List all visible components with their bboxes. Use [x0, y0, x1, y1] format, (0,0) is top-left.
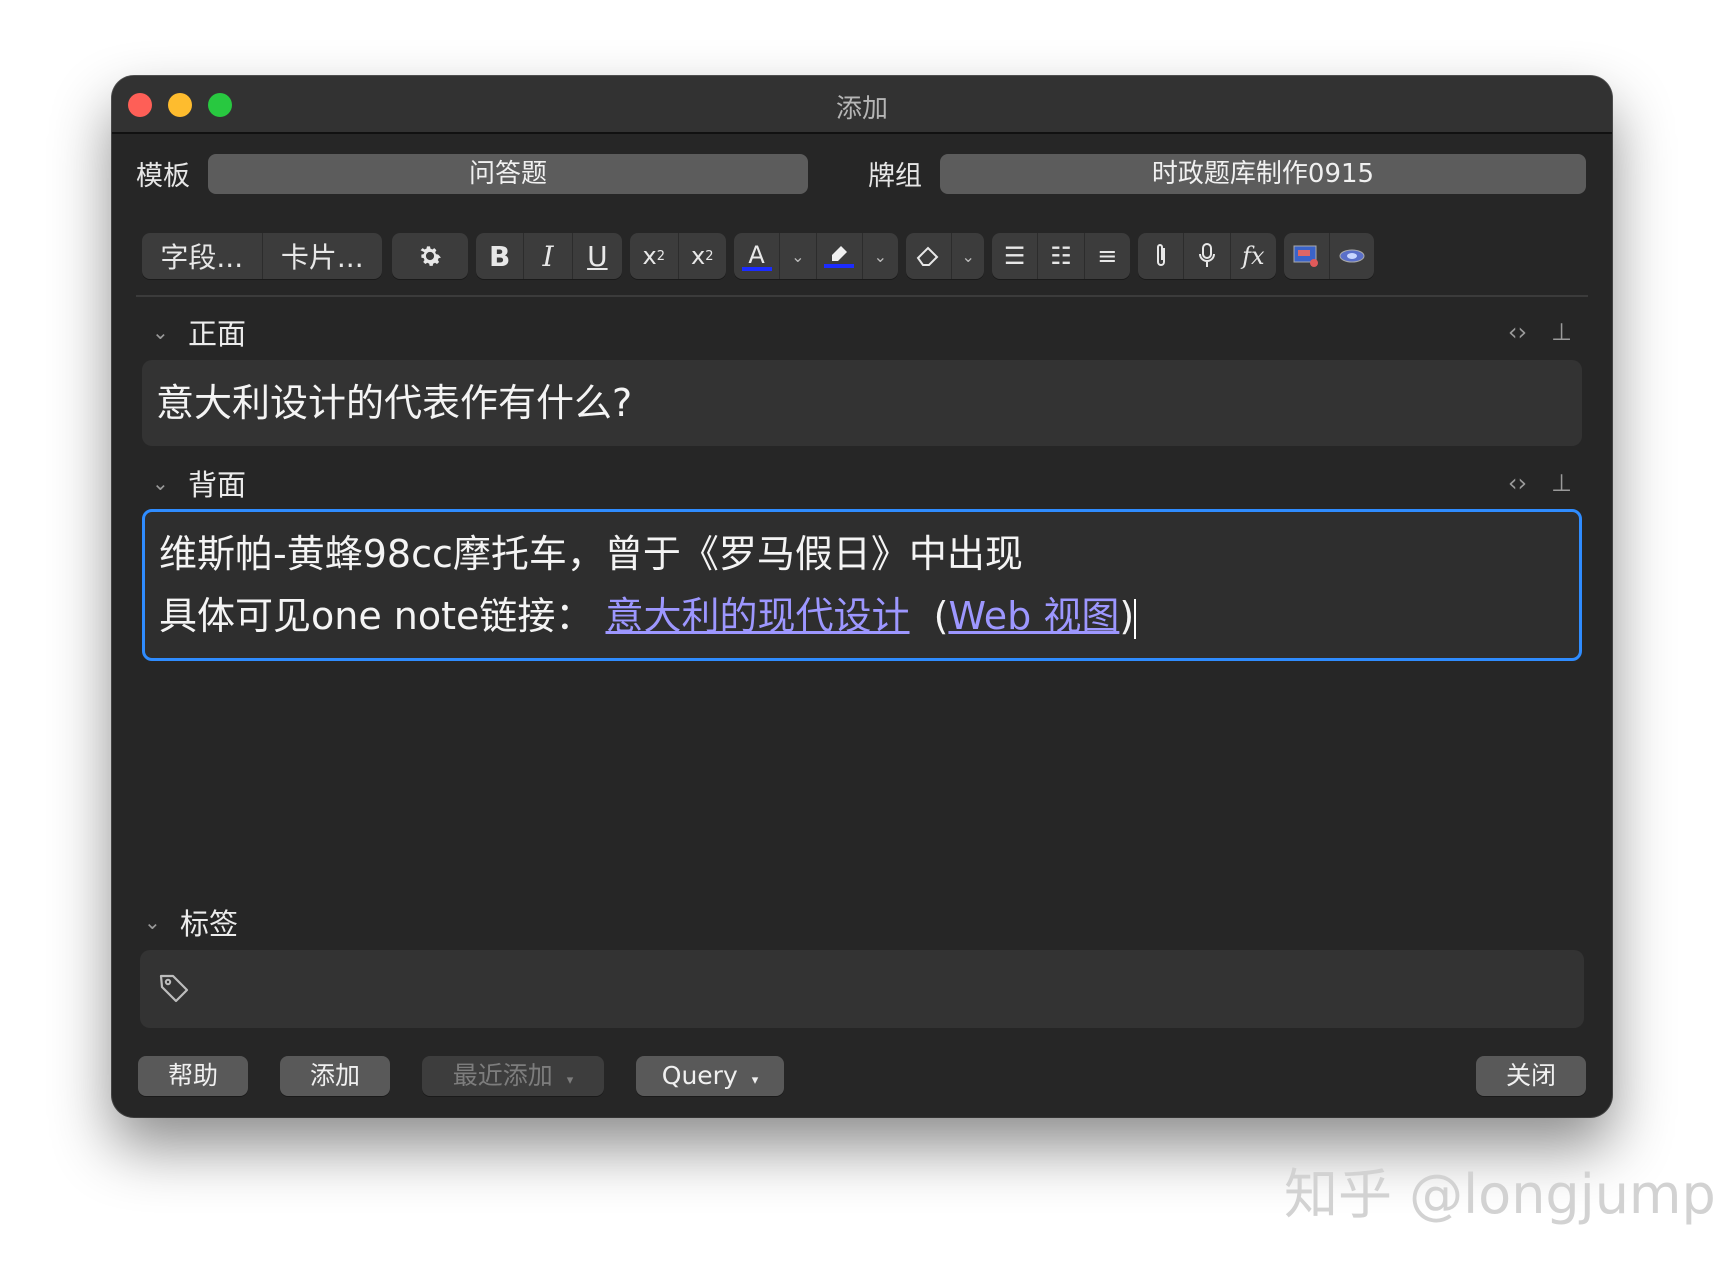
- superscript-icon[interactable]: x2: [630, 233, 679, 279]
- query-label: Query: [661, 1061, 738, 1090]
- bullet-list-icon[interactable]: ☰: [992, 233, 1039, 279]
- add-button[interactable]: 添加: [280, 1056, 390, 1096]
- back-field-editor[interactable]: 维斯帕-黄蜂98cc摩托车，曾于《罗马假日》中出现 具体可见one note链接…: [142, 509, 1582, 661]
- recent-added-button[interactable]: 最近添加 ▾: [422, 1056, 604, 1096]
- tags-input[interactable]: [140, 950, 1584, 1028]
- paren-close: ): [1119, 594, 1135, 638]
- highlighter-icon: [832, 246, 848, 261]
- toolbar-divider: [136, 295, 1588, 297]
- format-group: B I U: [476, 233, 622, 279]
- add-note-window: 添加 模板 问答题 牌组 时政题库制作0915 字段... 卡片... B I …: [112, 76, 1612, 1117]
- tag-icon: [159, 974, 189, 1003]
- paperclip-icon[interactable]: [1138, 233, 1185, 279]
- media-group: fx: [1138, 233, 1276, 279]
- microphone-icon[interactable]: [1184, 233, 1231, 279]
- color-group: A ⌄ ⌄: [734, 233, 898, 279]
- options-group: [392, 233, 468, 279]
- paren-open: (: [933, 594, 949, 638]
- watermark: 知乎 @longjump: [1284, 1163, 1716, 1226]
- subscript-icon[interactable]: x2: [679, 233, 727, 279]
- fields-button[interactable]: 字段...: [142, 233, 263, 279]
- align-icon[interactable]: ≡: [1085, 233, 1130, 279]
- image-occlusion-icon[interactable]: [1284, 233, 1330, 279]
- template-selector[interactable]: 问答题: [208, 154, 808, 194]
- query-button[interactable]: Query ▾: [636, 1056, 784, 1096]
- underline-button[interactable]: U: [573, 233, 622, 279]
- addon-icon[interactable]: [1330, 233, 1375, 279]
- tags-label: 标签: [180, 907, 239, 941]
- deck-label: 牌组: [868, 161, 922, 192]
- dropdown-arrow-icon: ▾: [751, 1073, 759, 1088]
- clear-format-group: ⌄: [906, 233, 984, 279]
- addon-group: [1284, 233, 1374, 279]
- function-icon[interactable]: fx: [1231, 233, 1276, 279]
- html-editor-icon[interactable]: ‹›: [1508, 469, 1527, 497]
- text-cursor: [1134, 598, 1137, 639]
- fields-cards-group: 字段... 卡片...: [142, 233, 382, 279]
- back-field-tools: ‹› ⊥: [1508, 469, 1572, 497]
- cards-button[interactable]: 卡片...: [263, 233, 383, 279]
- chevron-down-icon[interactable]: ⌄: [780, 233, 817, 279]
- template-label: 模板: [136, 161, 190, 192]
- close-button[interactable]: 关闭: [1476, 1056, 1586, 1096]
- onenote-link[interactable]: 意大利的现代设计: [606, 594, 910, 638]
- highlight-color-button[interactable]: [817, 233, 863, 279]
- bold-button[interactable]: B: [476, 233, 525, 279]
- web-view-link[interactable]: Web 视图: [948, 594, 1119, 638]
- list-group: ☰ ☷ ≡: [992, 233, 1130, 279]
- pin-icon[interactable]: ⊥: [1551, 469, 1572, 497]
- chevron-down-icon[interactable]: ⌄: [952, 233, 984, 279]
- front-field-content[interactable]: 意大利设计的代表作有什么?: [156, 381, 632, 425]
- front-field-tools: ‹› ⊥: [1508, 318, 1572, 346]
- script-group: x2 x2: [630, 233, 726, 279]
- back-line-2-prefix: 具体可见one note链接：: [159, 594, 594, 638]
- text-color-button[interactable]: A: [734, 233, 781, 279]
- eraser-icon[interactable]: [906, 233, 953, 279]
- back-line-2[interactable]: 具体可见one note链接： 意大利的现代设计 (Web 视图): [159, 586, 1565, 646]
- tags-header[interactable]: ⌄ 标签: [144, 902, 238, 942]
- window-title: 添加: [835, 94, 888, 124]
- chevron-down-icon[interactable]: ⌄: [863, 233, 898, 279]
- back-line-1[interactable]: 维斯帕-黄蜂98cc摩托车，曾于《罗马假日》中出现: [159, 526, 1565, 586]
- recent-added-label: 最近添加: [452, 1061, 553, 1090]
- numbered-list-icon[interactable]: ☷: [1038, 233, 1085, 279]
- text-color-icon: A: [748, 241, 765, 269]
- help-button[interactable]: 帮助: [138, 1056, 248, 1096]
- chevron-down-icon[interactable]: ⌄: [152, 471, 188, 495]
- front-field-label: 正面: [188, 317, 247, 351]
- title-bar: 添加: [112, 76, 1612, 134]
- front-field-header[interactable]: ⌄ 正面: [152, 312, 246, 352]
- pin-icon[interactable]: ⊥: [1551, 318, 1572, 346]
- back-field-label: 背面: [188, 468, 247, 502]
- chevron-down-icon[interactable]: ⌄: [152, 320, 188, 344]
- dropdown-arrow-icon: ▾: [566, 1073, 574, 1088]
- html-editor-icon[interactable]: ‹›: [1508, 318, 1527, 346]
- gear-icon[interactable]: [392, 233, 468, 279]
- back-field-header[interactable]: ⌄ 背面: [152, 463, 246, 503]
- front-field-editor[interactable]: 意大利设计的代表作有什么?: [142, 360, 1582, 446]
- deck-selector[interactable]: 时政题库制作0915: [940, 154, 1586, 194]
- chevron-down-icon[interactable]: ⌄: [144, 910, 180, 934]
- italic-button[interactable]: I: [524, 233, 573, 279]
